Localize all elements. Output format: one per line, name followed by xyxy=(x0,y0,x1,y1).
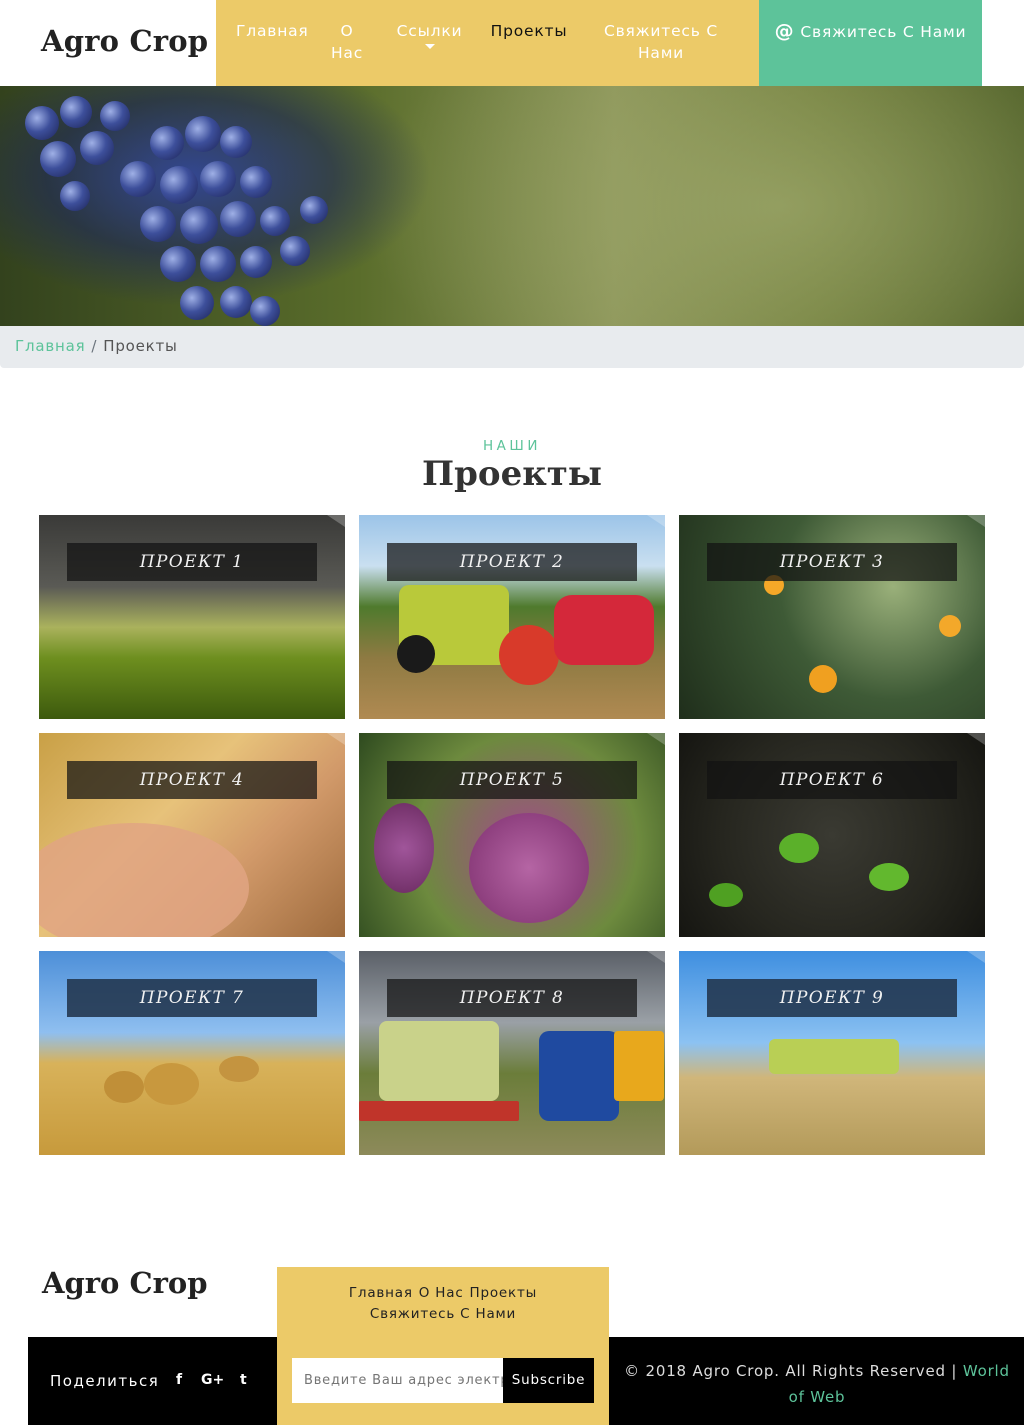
grape-decoration xyxy=(80,131,114,165)
card-corner xyxy=(327,951,345,963)
card-corner xyxy=(967,515,985,527)
project-card-title: ПРОЕКТ 6 xyxy=(707,761,957,799)
footer-link-contact[interactable]: Свяжитесь С Нами xyxy=(370,1306,516,1322)
brand-logo[interactable]: Agro Crop xyxy=(41,24,208,58)
chevron-down-icon xyxy=(424,44,435,49)
card-corner xyxy=(327,515,345,527)
breadcrumb-separator: / xyxy=(91,337,98,355)
project-card-6[interactable]: ПРОЕКТ 6 xyxy=(679,733,985,937)
nav-projects[interactable]: Проекты xyxy=(486,20,572,42)
grape-decoration xyxy=(180,286,214,320)
grape-decoration xyxy=(300,196,328,224)
grape-decoration xyxy=(220,126,252,158)
copyright: © 2018 Agro Crop. All Rights Reserved | … xyxy=(622,1358,1012,1410)
project-card-2[interactable]: ПРОЕКТ 2 xyxy=(359,515,665,719)
grape-decoration xyxy=(200,161,236,197)
card-corner xyxy=(967,733,985,745)
nav-home[interactable]: Главная xyxy=(236,20,308,42)
page-title: Проекты xyxy=(422,454,602,494)
google-plus-icon[interactable]: G+ xyxy=(201,1372,224,1388)
copyright-text: © 2018 Agro Crop. All Rights Reserved | xyxy=(624,1362,958,1380)
grape-decoration xyxy=(260,206,290,236)
nav-about[interactable]: О Нас xyxy=(326,20,368,64)
grape-decoration xyxy=(100,101,130,131)
nav-contact[interactable]: Свяжитесь С Нами xyxy=(596,20,726,64)
project-card-title: ПРОЕКТ 7 xyxy=(67,979,317,1017)
subscribe-button[interactable]: Subscribe xyxy=(503,1358,594,1403)
project-card-1[interactable]: ПРОЕКТ 1 xyxy=(39,515,345,719)
at-icon: @ xyxy=(774,20,795,42)
card-corner xyxy=(647,733,665,745)
project-card-5[interactable]: ПРОЕКТ 5 xyxy=(359,733,665,937)
twitter-icon[interactable]: t xyxy=(240,1372,247,1388)
card-corner xyxy=(647,515,665,527)
contact-button-label: Свяжитесь С Нами xyxy=(800,23,967,41)
grape-decoration xyxy=(220,286,252,318)
section-kicker: НАШИ xyxy=(483,438,541,454)
breadcrumb: Главная / Проекты xyxy=(0,326,1024,368)
footer-link-home[interactable]: Главная xyxy=(349,1285,413,1301)
project-card-8[interactable]: ПРОЕКТ 8 xyxy=(359,951,665,1155)
grape-decoration xyxy=(280,236,310,266)
project-card-title: ПРОЕКТ 4 xyxy=(67,761,317,799)
project-card-title: ПРОЕКТ 9 xyxy=(707,979,957,1017)
contact-button[interactable]: @ Свяжитесь С Нами xyxy=(759,0,982,86)
share-label: Поделиться xyxy=(50,1372,160,1390)
site-header: Agro Crop Главная О Нас Ссылки Проекты С… xyxy=(0,0,1024,86)
grape-decoration xyxy=(150,126,184,160)
project-card-title: ПРОЕКТ 8 xyxy=(387,979,637,1017)
grape-decoration xyxy=(60,96,92,128)
grape-decoration xyxy=(200,246,236,282)
grape-decoration xyxy=(40,141,76,177)
main-nav: Главная О Нас Ссылки Проекты Свяжитесь С… xyxy=(216,0,759,86)
grape-decoration xyxy=(140,206,176,242)
nav-links-dropdown[interactable]: Ссылки xyxy=(392,20,467,49)
facebook-icon[interactable]: f xyxy=(176,1372,182,1388)
grape-decoration xyxy=(240,246,272,278)
grape-decoration xyxy=(180,206,218,244)
card-corner xyxy=(967,951,985,963)
project-card-title: ПРОЕКТ 1 xyxy=(67,543,317,581)
project-card-title: ПРОЕКТ 3 xyxy=(707,543,957,581)
hero-banner-image xyxy=(0,86,1024,326)
grape-decoration xyxy=(120,161,156,197)
grape-decoration xyxy=(185,116,221,152)
project-card-title: ПРОЕКТ 5 xyxy=(387,761,637,799)
grape-decoration xyxy=(160,246,196,282)
footer-newsletter-panel: Главная О Нас Проекты Свяжитесь С Нами Sub… xyxy=(277,1267,609,1425)
grape-decoration xyxy=(250,296,280,326)
project-card-title: ПРОЕКТ 2 xyxy=(387,543,637,581)
card-corner xyxy=(327,733,345,745)
grape-decoration xyxy=(25,106,59,140)
grape-decoration xyxy=(240,166,272,198)
project-card-7[interactable]: ПРОЕКТ 7 xyxy=(39,951,345,1155)
project-card-9[interactable]: ПРОЕКТ 9 xyxy=(679,951,985,1155)
breadcrumb-current: Проекты xyxy=(103,337,178,355)
footer-link-projects[interactable]: Проекты xyxy=(470,1285,538,1301)
project-card-4[interactable]: ПРОЕКТ 4 xyxy=(39,733,345,937)
breadcrumb-home-link[interactable]: Главная xyxy=(15,337,85,355)
footer-link-about[interactable]: О Нас xyxy=(419,1285,464,1301)
grape-decoration xyxy=(60,181,90,211)
project-card-3[interactable]: ПРОЕКТ 3 xyxy=(679,515,985,719)
grape-decoration xyxy=(220,201,256,237)
footer-links: Главная О Нас Проекты Свяжитесь С Нами xyxy=(277,1283,609,1325)
grape-decoration xyxy=(160,166,198,204)
footer-brand[interactable]: Agro Crop xyxy=(42,1266,207,1300)
nav-links-label: Ссылки xyxy=(396,22,463,40)
card-corner xyxy=(647,951,665,963)
email-input[interactable] xyxy=(292,1358,503,1403)
